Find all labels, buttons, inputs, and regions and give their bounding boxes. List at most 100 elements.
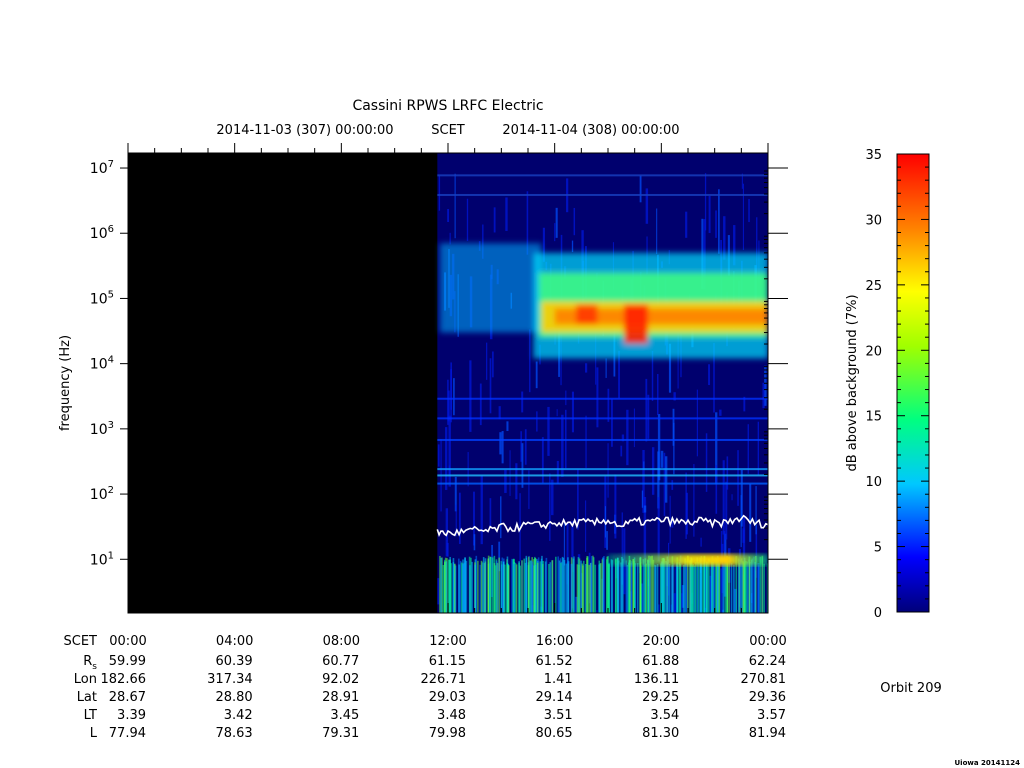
noise-streak [671, 480, 674, 490]
noise-streak [700, 537, 702, 547]
noise-streak [571, 240, 574, 253]
ephemeris-cell: 60.39 [215, 654, 252, 669]
lf-noise [521, 560, 523, 613]
colorbar [896, 153, 930, 613]
lf-noise [602, 558, 605, 613]
ephemeris-row-label: Lon [74, 672, 97, 687]
lf-noise [484, 558, 487, 613]
noise-streak [450, 362, 452, 410]
lf-noise [576, 564, 579, 613]
y-tick-label: 102 [90, 485, 114, 503]
lf-noise [699, 557, 702, 613]
noise-streak [447, 209, 450, 223]
y-tick-label: 104 [90, 355, 114, 373]
noise-streak [521, 443, 524, 488]
lf-noise [531, 561, 534, 613]
noise-streak [501, 431, 504, 464]
ephemeris-cell: 29.14 [535, 690, 572, 705]
lf-noise [622, 558, 624, 613]
lf-noise [580, 560, 582, 613]
ephemeris-cell: 136.11 [634, 672, 680, 687]
ephemeris-cell: 12:00 [429, 634, 466, 649]
horizontal-band [437, 397, 768, 400]
y-tick-label: 103 [90, 420, 114, 438]
noise-streak [493, 207, 496, 233]
lf-noise [450, 563, 452, 613]
noise-streak [715, 210, 717, 238]
noise-streak [585, 500, 587, 552]
lf-noise [464, 557, 466, 613]
lf-noise [668, 564, 671, 613]
noise-streak [725, 481, 728, 540]
noise-streak [447, 390, 450, 422]
noise-streak [719, 409, 722, 416]
noise-streak [641, 490, 644, 508]
noise-streak [466, 198, 469, 241]
ephemeris-cell: 92.02 [322, 672, 359, 687]
lf-noise [573, 556, 575, 613]
lf-noise [487, 558, 490, 613]
noise-streak [664, 456, 668, 503]
ephemeris-cell: 79.31 [322, 726, 359, 741]
lf-noise [676, 562, 678, 613]
lf-noise [632, 559, 634, 613]
noise-streak [645, 188, 649, 224]
noise-streak [454, 173, 456, 239]
lf-noise [460, 562, 463, 613]
lf-noise [540, 558, 543, 613]
ephemeris-cell: 28.91 [322, 690, 359, 705]
lf-noise [544, 561, 547, 613]
colorbar-tick-label: 25 [865, 279, 882, 294]
lf-noise [549, 562, 552, 613]
ephemeris-cell: 3.51 [544, 708, 573, 723]
lf-noise [570, 564, 573, 613]
lf-noise [654, 565, 657, 613]
lf-noise [642, 559, 645, 613]
lf-noise [721, 562, 724, 613]
lf-noise [715, 557, 717, 613]
chart-title: Cassini RPWS LRFC Electric [352, 98, 543, 114]
lf-noise [599, 563, 602, 613]
lf-noise [477, 560, 479, 613]
noise-streak [657, 414, 661, 481]
noise-streak [607, 443, 609, 498]
lf-noise [594, 564, 597, 613]
noise-streak [708, 195, 711, 233]
lf-noise [482, 557, 485, 613]
noise-streak [498, 406, 501, 420]
noise-streak [585, 363, 588, 373]
lf-noise [462, 563, 464, 613]
noise-streak [657, 374, 659, 415]
lf-noise [586, 556, 588, 613]
ephemeris-cell: 3.45 [330, 708, 359, 723]
lf-noise [647, 560, 649, 613]
ephemeris-cell: 3.54 [650, 708, 679, 723]
ephemeris-cell: 61.52 [535, 654, 572, 669]
ephemeris-cell: 79.98 [429, 726, 466, 741]
lf-noise [480, 560, 483, 613]
lf-noise [452, 562, 455, 613]
y-tick-label: 101 [90, 550, 114, 568]
lf-noise [684, 558, 686, 613]
lf-noise [536, 562, 539, 613]
noise-streak [556, 409, 558, 417]
noise-streak [438, 175, 441, 211]
emission-early [440, 243, 542, 333]
lf-noise [474, 564, 476, 613]
lf-noise [691, 558, 693, 613]
lf-noise [590, 562, 592, 613]
noise-streak [633, 408, 635, 448]
ephemeris-cell: 60.77 [322, 654, 359, 669]
lf-noise [627, 562, 630, 613]
ephemeris-cell: 1.41 [544, 672, 573, 687]
colorbar-tick-label: 10 [865, 475, 882, 490]
lf-noise [724, 558, 727, 613]
noise-streak [585, 415, 587, 468]
noise-streak [747, 424, 749, 474]
lf-noise [511, 558, 513, 613]
noise-streak [669, 495, 671, 544]
ephemeris-cell: 182.66 [101, 672, 147, 687]
lf-noise [454, 565, 457, 613]
noise-streak [551, 479, 554, 516]
noise-streak [555, 207, 558, 238]
